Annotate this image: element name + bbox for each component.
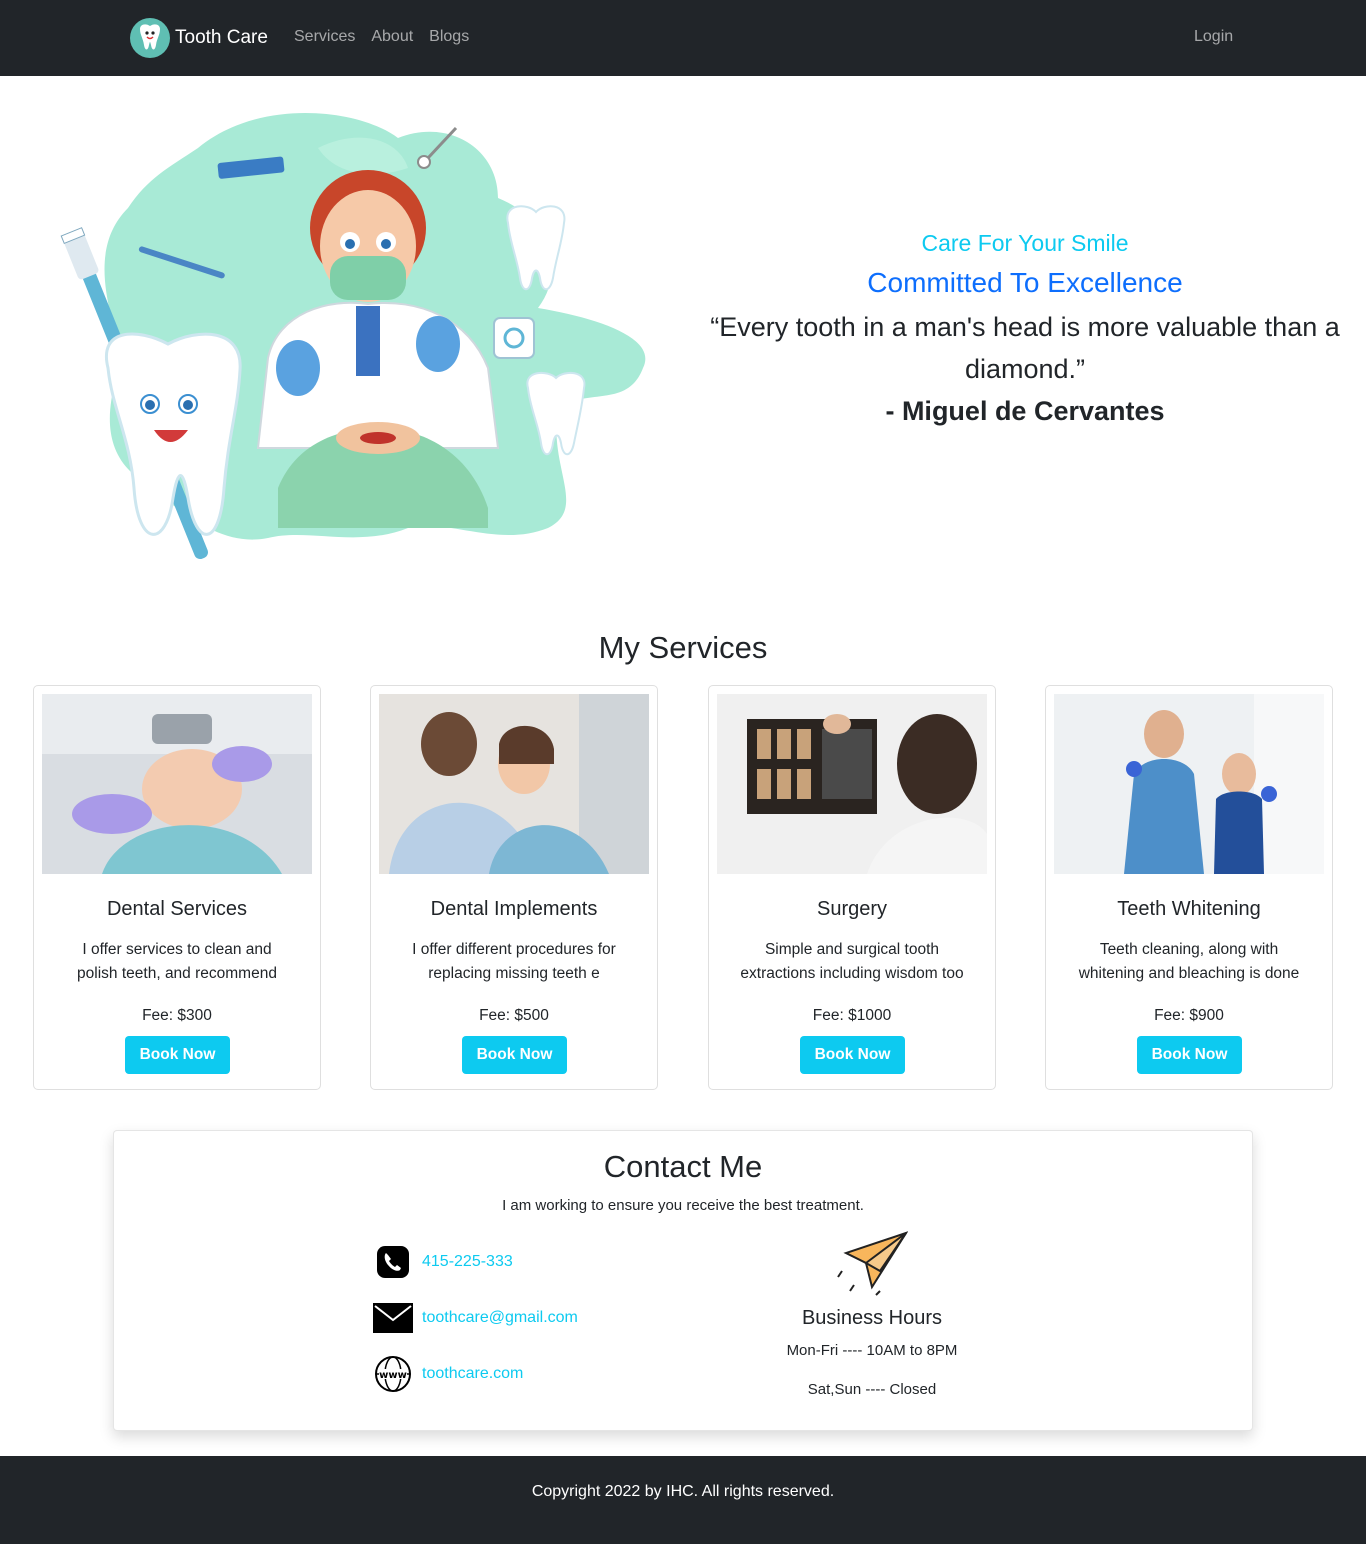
service-description: Simple and surgical tooth extractions in…	[740, 941, 964, 982]
book-now-button[interactable]: Book Now	[1137, 1036, 1242, 1074]
footer: Copyright 2022 by IHC. All rights reserv…	[0, 1456, 1366, 1544]
contact-title: Contact Me	[603, 1149, 763, 1184]
nav-services-link[interactable]: Services	[294, 28, 355, 46]
phone-icon	[372, 1243, 414, 1281]
book-now-button[interactable]: Book Now	[125, 1036, 230, 1074]
paper-plane-icon	[836, 1231, 909, 1301]
service-description: I offer different procedures for replaci…	[412, 941, 616, 982]
service-card: Dental Implements I offer different proc…	[370, 685, 658, 1090]
hero-quote-author: - Miguel de Cervantes	[885, 396, 1165, 426]
hero-title: Committed To Excellence	[867, 267, 1183, 298]
navbar: Tooth Care Services About Blogs Login	[0, 0, 1366, 76]
hero-subtitle: Care For Your Smile	[921, 230, 1129, 256]
nav-blogs-link[interactable]: Blogs	[429, 28, 469, 46]
nav-links: Services About Blogs	[294, 28, 469, 46]
phone-link[interactable]: 415-225-333	[422, 1253, 513, 1271]
services-heading: My Services	[598, 630, 768, 665]
service-title: Dental Implements	[430, 898, 598, 920]
service-photo	[717, 694, 987, 874]
login-link[interactable]: Login	[1194, 28, 1233, 46]
tooth-logo-icon	[130, 18, 170, 58]
envelope-icon	[372, 1299, 414, 1337]
nav-about-link[interactable]: About	[371, 28, 413, 46]
footer-copyright: Copyright 2022 by IHC. All rights reserv…	[531, 1483, 835, 1500]
hero-text: Care For Your Smile Committed To Excelle…	[700, 226, 1350, 432]
business-hours-title: Business Hours	[801, 1307, 943, 1329]
service-description: I offer services to clean and polish tee…	[77, 941, 277, 982]
business-hours-weekdays: Mon-Fri ---- 10AM to 8PM	[786, 1342, 958, 1359]
service-fee: Fee: $500	[479, 1007, 549, 1024]
service-title: Surgery	[816, 898, 888, 920]
book-now-button[interactable]: Book Now	[462, 1036, 567, 1074]
brand-name: Tooth Care	[175, 27, 268, 48]
service-fee: Fee: $900	[1154, 1007, 1224, 1024]
business-hours: Business Hours Mon-Fri ---- 10AM to 8PM …	[734, 1231, 1010, 1398]
dentist-illustration	[28, 108, 656, 568]
contact-section: Contact Me I am working to ensure you re…	[113, 1130, 1253, 1431]
email-link[interactable]: toothcare@gmail.com	[422, 1309, 578, 1327]
service-card: Surgery Simple and surgical tooth extrac…	[708, 685, 996, 1090]
business-hours-weekend: Sat,Sun ---- Closed	[807, 1381, 937, 1398]
globe-icon: www	[372, 1355, 414, 1393]
service-fee: Fee: $1000	[812, 1007, 892, 1024]
svg-text:www: www	[379, 1370, 407, 1381]
contact-website-row: www toothcare.com	[372, 1355, 523, 1393]
service-photo	[1054, 694, 1324, 874]
contact-subtitle: I am working to ensure you receive the b…	[502, 1197, 864, 1214]
contact-phone-row: 415-225-333	[372, 1243, 513, 1281]
contact-email-row: toothcare@gmail.com	[372, 1299, 578, 1337]
service-photo	[42, 694, 312, 874]
service-card: Teeth Whitening Teeth cleaning, along wi…	[1045, 685, 1333, 1090]
service-title: Dental Services	[106, 898, 248, 920]
website-link[interactable]: toothcare.com	[422, 1365, 523, 1383]
service-card: Dental Services I offer services to clea…	[33, 685, 321, 1090]
book-now-button[interactable]: Book Now	[800, 1036, 905, 1074]
brand-link[interactable]: Tooth Care	[130, 18, 268, 58]
service-photo	[379, 694, 649, 874]
service-title: Teeth Whitening	[1117, 898, 1261, 920]
hero-quote: “Every tooth in a man's head is more val…	[710, 312, 1340, 384]
service-description: Teeth cleaning, along with whitening and…	[1078, 941, 1300, 982]
service-fee: Fee: $300	[142, 1007, 212, 1024]
